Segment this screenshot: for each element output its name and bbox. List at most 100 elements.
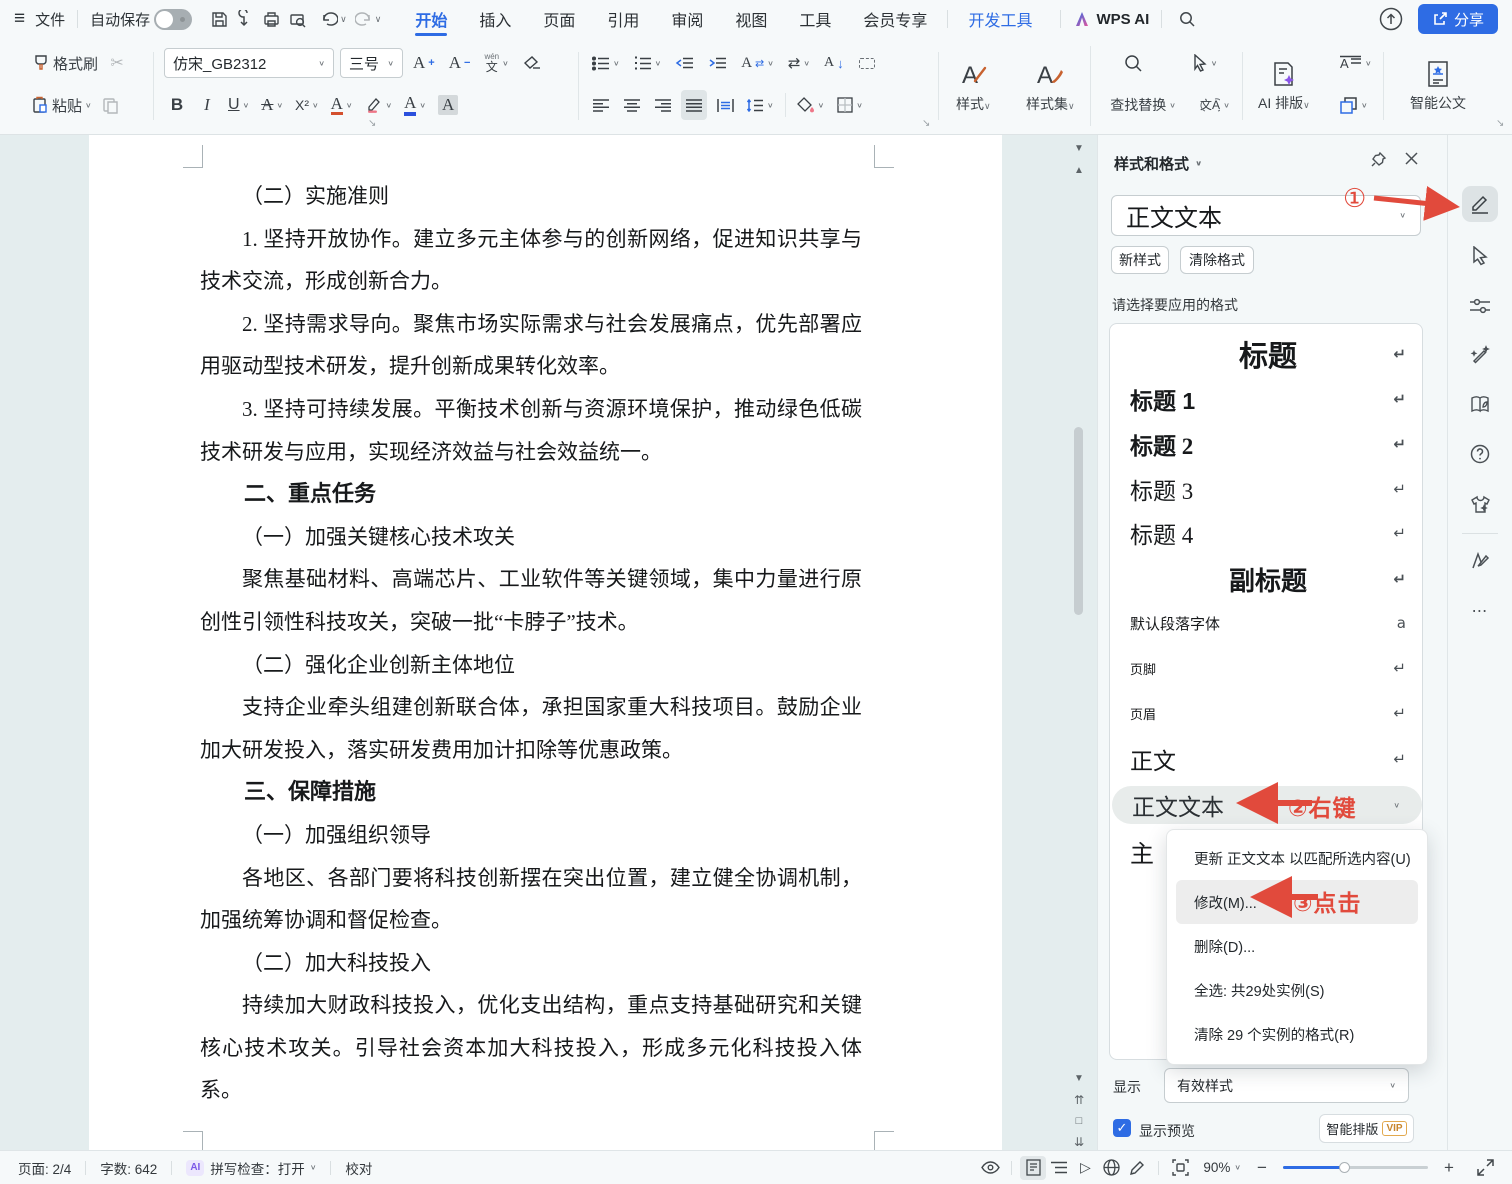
- tab-member[interactable]: 会员专享: [847, 0, 943, 38]
- font-group-expander[interactable]: ↘: [368, 118, 376, 129]
- doc-paragraph[interactable]: 支持企业牵头组建创新联合体，承担国家重大科技项目。鼓励企业加大研发投入，落实研发…: [200, 686, 862, 771]
- highlight-color-button[interactable]: ∨: [361, 90, 397, 120]
- current-style-select[interactable]: 正文文本∨: [1111, 195, 1421, 236]
- sort-button[interactable]: A↓: [820, 48, 848, 78]
- superscript-button[interactable]: X²∨: [291, 90, 323, 120]
- show-marks-button[interactable]: [854, 48, 880, 78]
- zoom-level[interactable]: 90%: [1203, 1160, 1230, 1175]
- skin-theme-icon[interactable]: [1462, 486, 1498, 522]
- browse-object-icon[interactable]: □: [1070, 1115, 1088, 1127]
- autosave-toggle[interactable]: [154, 9, 192, 30]
- tab-tools[interactable]: 工具: [783, 0, 847, 38]
- more-options-icon[interactable]: ⋯: [1462, 593, 1498, 629]
- doc-paragraph[interactable]: 2. 坚持需求导向。聚焦市场实际需求与社会发展痛点，优先部署应用驱动型技术研发，…: [200, 303, 862, 388]
- zoom-slider[interactable]: [1283, 1166, 1428, 1169]
- find-icon[interactable]: [1119, 48, 1147, 78]
- font-name-select[interactable]: 仿宋_GB2312∨: [164, 48, 334, 78]
- eco-reader-icon[interactable]: [1462, 386, 1498, 422]
- line-spacing-button[interactable]: ∨: [743, 90, 778, 120]
- doc-paragraph[interactable]: 3. 坚持可持续发展。平衡技术创新与资源环境保护，推动绿色低碳技术研发与应用，实…: [200, 388, 862, 473]
- scrollbar-thumb[interactable]: [1074, 427, 1083, 615]
- close-panel-icon[interactable]: [1404, 151, 1419, 166]
- outline-view-icon[interactable]: [1046, 1156, 1072, 1180]
- magic-wand-icon[interactable]: [1462, 337, 1498, 373]
- doc-paragraph[interactable]: （一）加强关键核心技术攻关: [200, 516, 862, 559]
- bullet-list-button[interactable]: ∨: [588, 48, 624, 78]
- font-size-select[interactable]: 三号∨: [340, 48, 403, 78]
- panel-title-chevron-icon[interactable]: ∨: [1195, 159, 1202, 168]
- next-page-icon[interactable]: ⇊: [1070, 1135, 1088, 1149]
- pin-icon[interactable]: [1370, 151, 1387, 168]
- style-item-heading4[interactable]: 标题 4↵: [1110, 515, 1422, 551]
- print-preview-icon[interactable]: [284, 6, 310, 32]
- scroll-down-icon[interactable]: ▼: [1070, 1073, 1088, 1084]
- align-right-button[interactable]: [650, 90, 676, 120]
- doc-paragraph[interactable]: 持续加大财政科技投入，优化支出结构，重点支持基础研究和关键核心技术攻关。引导社会…: [200, 984, 862, 1112]
- clear-format-eraser-icon[interactable]: [519, 48, 546, 78]
- spellcheck-status[interactable]: 拼写检查：打开: [210, 1158, 305, 1178]
- doc-paragraph[interactable]: 各地区、各部门要将科技创新摆在突出位置，建立健全协调机制，加强统筹协调和督促检查…: [200, 857, 862, 942]
- undo-icon[interactable]: [316, 6, 342, 32]
- doc-paragraph[interactable]: （二）加大科技投入: [200, 942, 862, 985]
- zoom-out-icon[interactable]: −: [1249, 1156, 1275, 1180]
- play-view-icon[interactable]: ▷: [1072, 1156, 1098, 1180]
- underline-button[interactable]: U∨: [224, 90, 253, 120]
- menu-item-update-style[interactable]: 更新 正文文本 以匹配所选内容(U): [1176, 836, 1418, 880]
- style-item-heading2[interactable]: 标题 2↵: [1110, 426, 1422, 462]
- smart-doc-group-expander[interactable]: ↘: [1496, 118, 1504, 129]
- increase-font-button[interactable]: A+: [409, 48, 439, 78]
- selection-tool-icon[interactable]: [1462, 238, 1498, 274]
- tab-developer[interactable]: 开发工具: [952, 0, 1048, 38]
- justify-button[interactable]: [681, 90, 707, 120]
- ink-pen-icon[interactable]: [1124, 1156, 1150, 1180]
- display-filter-select[interactable]: 有效样式∨: [1164, 1068, 1409, 1103]
- doc-paragraph[interactable]: （二）实施准则: [200, 175, 862, 218]
- new-style-button[interactable]: 新样式: [1111, 246, 1169, 274]
- find-replace-button[interactable]: 查找替换∨: [1106, 90, 1180, 120]
- doc-paragraph[interactable]: （二）强化企业创新主体地位: [200, 644, 862, 687]
- tab-page[interactable]: 页面: [527, 0, 591, 38]
- style-item-body-text-selected[interactable]: 正文文本 ∨: [1112, 786, 1422, 824]
- help-icon[interactable]: [1462, 436, 1498, 472]
- upload-cloud-icon[interactable]: [1378, 6, 1404, 32]
- search-icon[interactable]: [1174, 6, 1200, 32]
- bold-button[interactable]: B: [164, 90, 190, 120]
- eye-preview-icon[interactable]: [977, 1156, 1003, 1180]
- font-color-button[interactable]: A∨: [400, 90, 430, 120]
- selection-pane-button[interactable]: ∨: [1336, 90, 1372, 120]
- style-set-button[interactable]: A 样式集∨: [1018, 47, 1083, 125]
- character-shading-button[interactable]: A: [434, 90, 462, 120]
- wps-ai-button[interactable]: WPS AI: [1073, 10, 1149, 28]
- page-view-icon[interactable]: [1020, 1156, 1046, 1180]
- menu-item-clear-formatting[interactable]: 清除 29 个实例的格式(R): [1176, 1012, 1418, 1056]
- focus-mode-icon[interactable]: [1167, 1156, 1193, 1180]
- style-item-title[interactable]: 标题↵: [1110, 334, 1422, 374]
- paste-button[interactable]: 粘贴∨: [28, 90, 96, 120]
- web-view-icon[interactable]: [1098, 1156, 1124, 1180]
- fullscreen-icon[interactable]: [1472, 1156, 1498, 1180]
- tab-review[interactable]: 审阅: [655, 0, 719, 38]
- wps-pen-logo-icon[interactable]: [1462, 543, 1498, 579]
- styles-button[interactable]: A 样式∨: [948, 47, 999, 125]
- decrease-indent-button[interactable]: [671, 48, 698, 78]
- redo-icon[interactable]: [351, 6, 377, 32]
- smart-layout-button[interactable]: 智能排版VIP: [1319, 1114, 1414, 1143]
- style-item-footer[interactable]: 页脚↵: [1110, 657, 1422, 679]
- style-item-default-font[interactable]: 默认段落字体a: [1110, 610, 1422, 636]
- style-item-chevron-icon[interactable]: ∨: [1393, 801, 1400, 810]
- doc-paragraph[interactable]: （一）加强组织领导: [200, 814, 862, 857]
- text-effect-button[interactable]: A∨: [327, 90, 357, 120]
- doc-paragraph[interactable]: 聚焦基础材料、高端芯片、工业软件等关键领域，集中力量进行原创性引领性科技攻关，突…: [200, 558, 862, 643]
- wrap-button[interactable]: ⇄∨: [784, 48, 814, 78]
- export-pdf-icon[interactable]: [232, 6, 258, 32]
- tab-home[interactable]: 开始: [399, 0, 463, 38]
- style-item-body[interactable]: 正文↵: [1110, 741, 1422, 777]
- text-layout-button[interactable]: A ∨: [1336, 48, 1376, 78]
- previous-page-icon[interactable]: ⇈: [1070, 1093, 1088, 1107]
- strikethrough-button[interactable]: A∨: [257, 90, 287, 120]
- menu-item-delete[interactable]: 删除(D)...: [1176, 924, 1418, 968]
- vertical-scrollbar[interactable]: ▼ ▲ ▼ ⇈ □ ⇊: [1066, 135, 1092, 1150]
- document-text[interactable]: （二）实施准则 1. 坚持开放协作。建立多元主体参与的创新网络，促进知识共享与技…: [200, 135, 862, 1112]
- format-painter-button[interactable]: 格式刷: [28, 48, 102, 78]
- pinyin-guide-button[interactable]: wén文∨: [480, 48, 512, 78]
